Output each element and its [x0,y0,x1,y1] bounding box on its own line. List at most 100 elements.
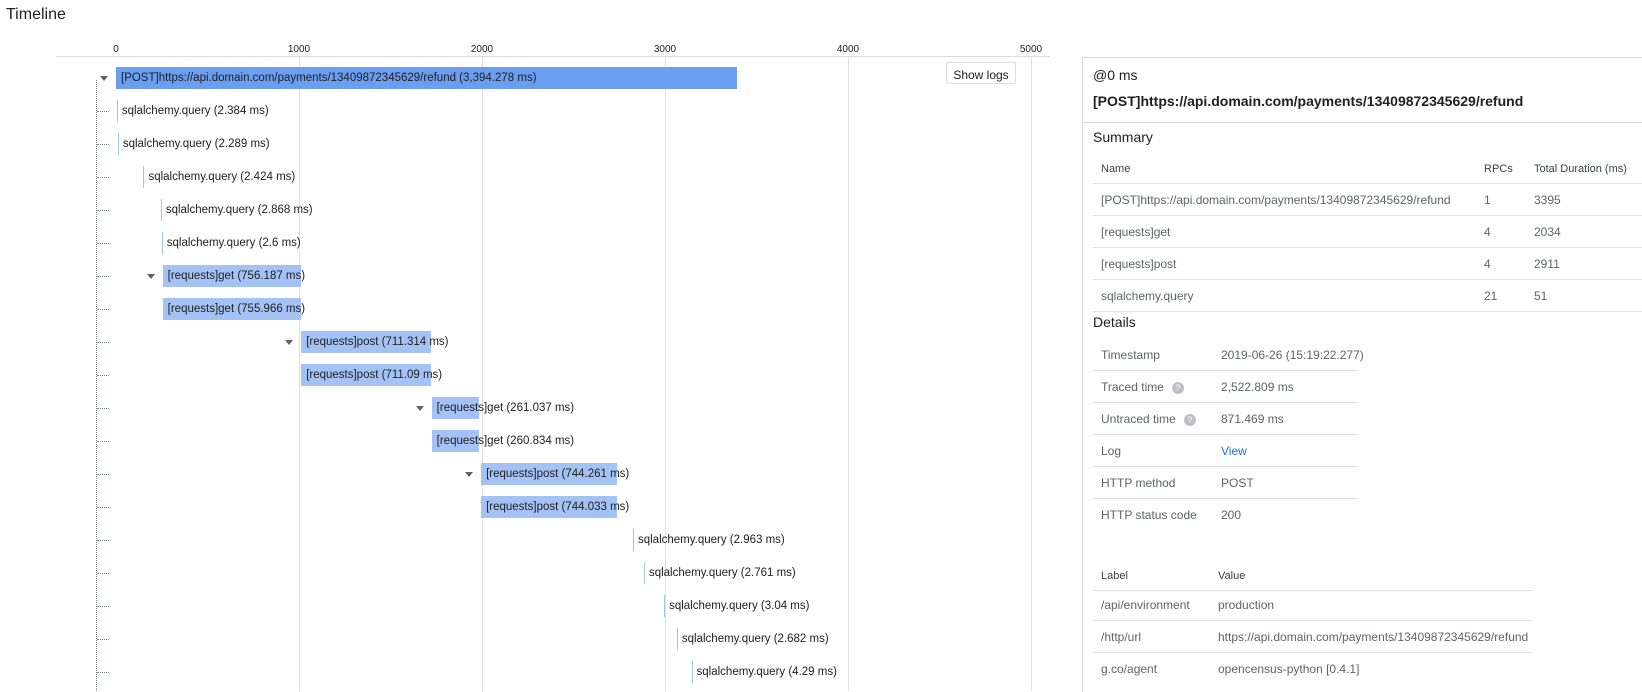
span-bar[interactable] [664,595,666,617]
detail-value: 2019-06-26 (15:19:22.277) [1221,348,1364,362]
span-bar[interactable] [676,628,678,650]
span-bar[interactable] [691,661,693,683]
table-row-divider [1093,466,1358,467]
axis-tick-label: 4000 [836,44,860,55]
details-heading: Details [1093,314,1136,330]
summary-name-cell: sqlalchemy.query [1101,289,1194,303]
table-row-divider [1093,370,1358,371]
show-logs-button[interactable]: Show logs [946,62,1016,84]
labels-column-header: Value [1218,570,1246,582]
help-icon[interactable]: ? [1171,381,1184,394]
span-bar[interactable] [117,133,119,155]
span-label: sqlalchemy.query (2.868 ms) [165,204,313,216]
axis-grid-line [482,57,483,691]
span-label: [requests]get (756.187 ms) [167,270,306,282]
summary-column-header: Name [1101,163,1131,175]
table-row-divider [1093,402,1358,403]
summary-rpcs-cell: 4 [1484,225,1491,239]
span-label: [requests]post (744.033 ms) [486,501,630,513]
span-label: [requests]post (711.314 ms) [306,336,449,348]
span-bar[interactable] [632,529,634,551]
tree-connector [97,540,109,541]
expand-caret-icon[interactable] [285,340,294,345]
summary-duration-cell: 3395 [1534,193,1561,207]
span-bar[interactable] [116,100,118,122]
detail-key: Timestamp [1101,348,1160,362]
span-label: sqlalchemy.query (2.384 ms) [121,105,269,117]
table-row-divider [1093,434,1358,435]
span-bar[interactable] [643,562,645,584]
tree-connector [97,375,109,376]
summary-column-header: RPCs [1484,163,1513,175]
axis-tick-label: 2000 [470,44,494,55]
help-icon[interactable]: ? [1183,413,1196,426]
tree-connector [97,507,109,508]
summary-rpcs-cell: 4 [1484,257,1491,271]
tree-connector [97,309,109,310]
summary-duration-cell: 2911 [1534,257,1560,271]
tree-connector [97,474,109,475]
tree-connector [97,276,109,277]
tree-connector [97,177,109,178]
axis-grid-line [665,57,666,691]
table-row-divider [1093,620,1533,621]
tree-connector [97,606,109,607]
detail-key: HTTP status code [1101,508,1197,522]
axis-tick-label: 3000 [653,44,677,55]
summary-name-cell: [POST]https://api.domain.com/payments/13… [1101,193,1451,207]
axis-tick-label: 0 [113,44,119,55]
summary-duration-cell: 2034 [1534,225,1561,239]
tree-connector [97,144,109,145]
expand-caret-icon[interactable] [415,406,424,411]
tree-connector [97,243,109,244]
selected-span-title: [POST]https://api.domain.com/payments/13… [1093,93,1524,109]
summary-duration-cell: 51 [1534,289,1548,303]
summary-heading: Summary [1093,129,1153,145]
span-label: sqlalchemy.query (2.289 ms) [122,138,270,150]
span-label: sqlalchemy.query (4.29 ms) [696,666,837,678]
label-value: production [1218,598,1275,612]
expand-caret-icon[interactable] [465,472,474,477]
label-value: https://api.domain.com/payments/13409872… [1218,630,1529,644]
span-label: sqlalchemy.query (2.424 ms) [148,171,296,183]
detail-value: 871.469 ms [1221,412,1284,426]
panel-divider [1083,122,1642,123]
span-label: [requests]post (711.09 ms) [306,369,443,381]
table-row-divider [1093,311,1642,312]
axis-grid-line [299,57,300,691]
detail-value: 200 [1221,508,1242,522]
expand-caret-icon[interactable] [146,274,155,279]
tree-connector [97,408,109,409]
log-view-link[interactable]: View [1221,444,1247,458]
table-row-divider [1093,652,1533,653]
timeline-chart: 0 1000 2000 3000 4000 5000 [POST]https://api.d… [0,0,1050,691]
expand-caret-icon[interactable] [100,76,108,81]
labels-column-header: Label [1101,570,1128,582]
summary-name-cell: [requests]get [1101,225,1171,239]
summary-name-cell: [requests]post [1101,257,1177,271]
span-bar[interactable] [160,199,162,221]
detail-key: Traced time? [1101,380,1184,394]
table-row-divider [1093,590,1533,591]
span-offset: @0 ms [1093,67,1138,83]
axis-grid-line [1031,57,1032,691]
span-label: sqlalchemy.query (2.761 ms) [648,567,796,579]
span-details-panel: @0 ms [POST]https://api.domain.com/payme… [1082,57,1642,692]
span-bar[interactable] [161,232,163,254]
span-bar[interactable] [143,166,145,188]
timeline-axis [56,56,1050,57]
detail-value: 2,522.809 ms [1221,380,1294,394]
label-value: opencensus-python [0.4.1] [1218,662,1360,676]
tree-connector [97,573,109,574]
summary-rpcs-cell: 1 [1484,193,1491,207]
detail-value: POST [1221,476,1254,490]
axis-tick-label: 1000 [287,44,311,55]
table-row-divider [1093,215,1642,216]
table-row-divider [1093,498,1358,499]
detail-key: HTTP method [1101,476,1176,490]
table-row-divider [1093,279,1642,280]
summary-rpcs-cell: 21 [1484,289,1498,303]
span-label: sqlalchemy.query (3.04 ms) [669,600,810,612]
summary-column-header: Total Duration (ms) [1534,163,1627,175]
span-label: [requests]get (755.966 ms) [167,303,306,315]
